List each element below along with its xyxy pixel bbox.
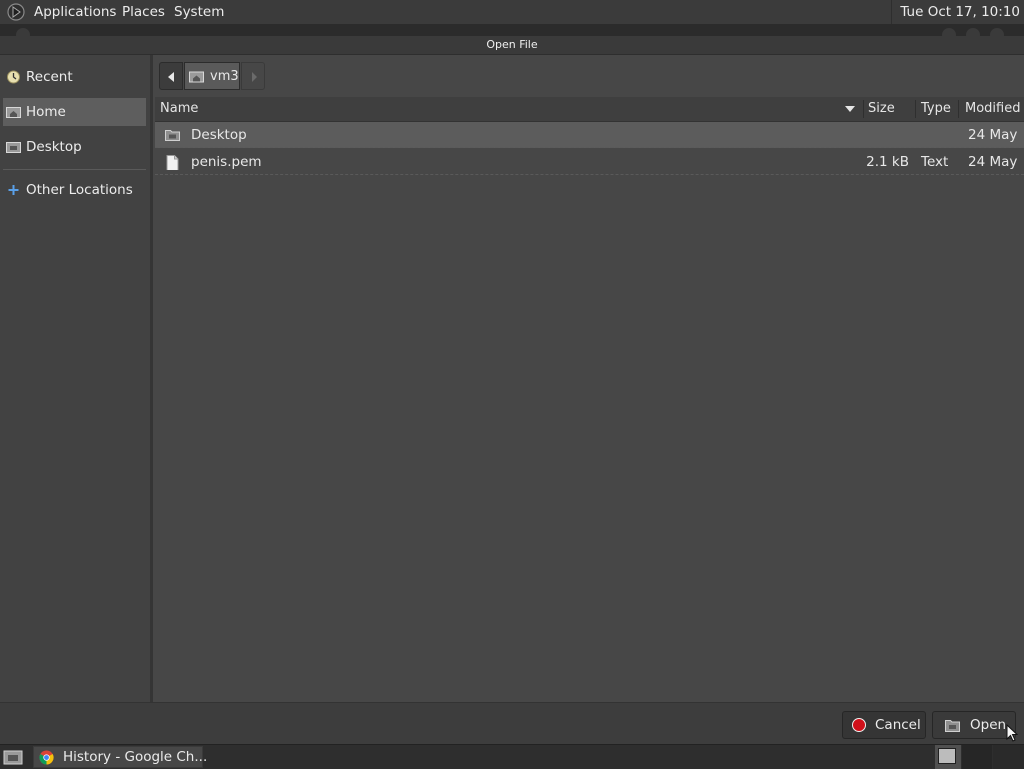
menu-applications[interactable]: Applications [34, 4, 116, 20]
path-crumb-home[interactable]: vm3 [184, 62, 240, 90]
path-forward-button[interactable] [241, 62, 265, 90]
column-divider [915, 100, 916, 118]
file-list-header: Name Size Type Modified [155, 97, 1024, 122]
taskbar: History - Google Ch... [0, 744, 1024, 769]
cancel-button-label: Cancel [875, 717, 921, 733]
window-preview-icon [938, 748, 956, 764]
file-name: Desktop [191, 127, 247, 143]
sort-descending-icon [845, 106, 855, 112]
mouse-pointer-icon [1006, 724, 1018, 742]
file-size: 2.1 kB [866, 154, 909, 170]
chrome-icon [39, 750, 54, 765]
folder-icon [165, 130, 180, 141]
workspace-switcher-3[interactable] [993, 745, 1024, 769]
open-folder-icon [945, 720, 960, 732]
clock[interactable]: Tue Oct 17, 10:10 [891, 0, 1024, 24]
cancel-button[interactable]: Cancel [842, 711, 926, 739]
desktop-folder-icon [6, 142, 21, 153]
places-sidebar: Recent Home Desktop Other Locations [0, 55, 153, 702]
open-button[interactable]: Open [932, 711, 1016, 739]
column-header-name[interactable]: Name [160, 97, 198, 121]
taskbar-task-chrome[interactable]: History - Google Ch... [33, 746, 207, 768]
file-modified: 24 May [968, 127, 1018, 143]
column-header-type[interactable]: Type [921, 97, 951, 121]
workspace-switcher-2[interactable] [962, 745, 992, 769]
show-desktop-icon[interactable] [2, 747, 24, 767]
file-row[interactable]: Desktop 24 May [155, 122, 1024, 148]
sidebar-item-recent[interactable]: Recent [3, 63, 146, 91]
path-back-button[interactable] [159, 62, 183, 90]
sidebar-item-other-locations[interactable]: Other Locations [3, 176, 146, 204]
home-folder-icon [6, 107, 21, 118]
path-crumb-label: vm3 [210, 69, 239, 84]
home-folder-icon [189, 71, 204, 83]
file-row[interactable]: penis.pem 2.1 kB Text 24 May [155, 149, 1024, 175]
plus-icon [8, 185, 19, 195]
sidebar-item-home[interactable]: Home [3, 98, 146, 126]
dialog-title: Open File [0, 36, 1024, 55]
workspace-switcher-1[interactable] [935, 745, 961, 769]
column-header-modified[interactable]: Modified [965, 97, 1020, 121]
cancel-icon [852, 718, 866, 732]
sidebar-item-label: Home [26, 104, 66, 120]
file-type: Text [921, 154, 949, 170]
sidebar-item-label: Recent [26, 69, 73, 85]
sidebar-item-label: Desktop [26, 139, 82, 155]
file-modified: 24 May [968, 154, 1018, 170]
open-button-label: Open [970, 717, 1007, 733]
top-panel: Applications Places System Tue Oct 17, 1… [0, 0, 1024, 25]
file-name: penis.pem [191, 154, 262, 170]
sidebar-divider [3, 169, 146, 170]
taskbar-task-label: History - Google Ch... [63, 749, 208, 765]
column-header-size[interactable]: Size [868, 97, 895, 121]
menu-system[interactable]: System [174, 4, 224, 20]
recent-icon [7, 70, 20, 84]
background-window-edge [0, 24, 1024, 42]
column-divider [863, 100, 864, 118]
menu-places[interactable]: Places [122, 4, 165, 20]
dialog-button-bar: Cancel Open [0, 702, 1024, 745]
file-chooser-main: vm3 Name Size Type Modified Desktop 24 M… [153, 55, 1024, 702]
column-divider [958, 100, 959, 118]
sidebar-item-desktop[interactable]: Desktop [3, 133, 146, 161]
text-file-icon [166, 155, 179, 170]
sidebar-item-label: Other Locations [26, 182, 133, 198]
system-logo-icon[interactable] [7, 3, 25, 21]
